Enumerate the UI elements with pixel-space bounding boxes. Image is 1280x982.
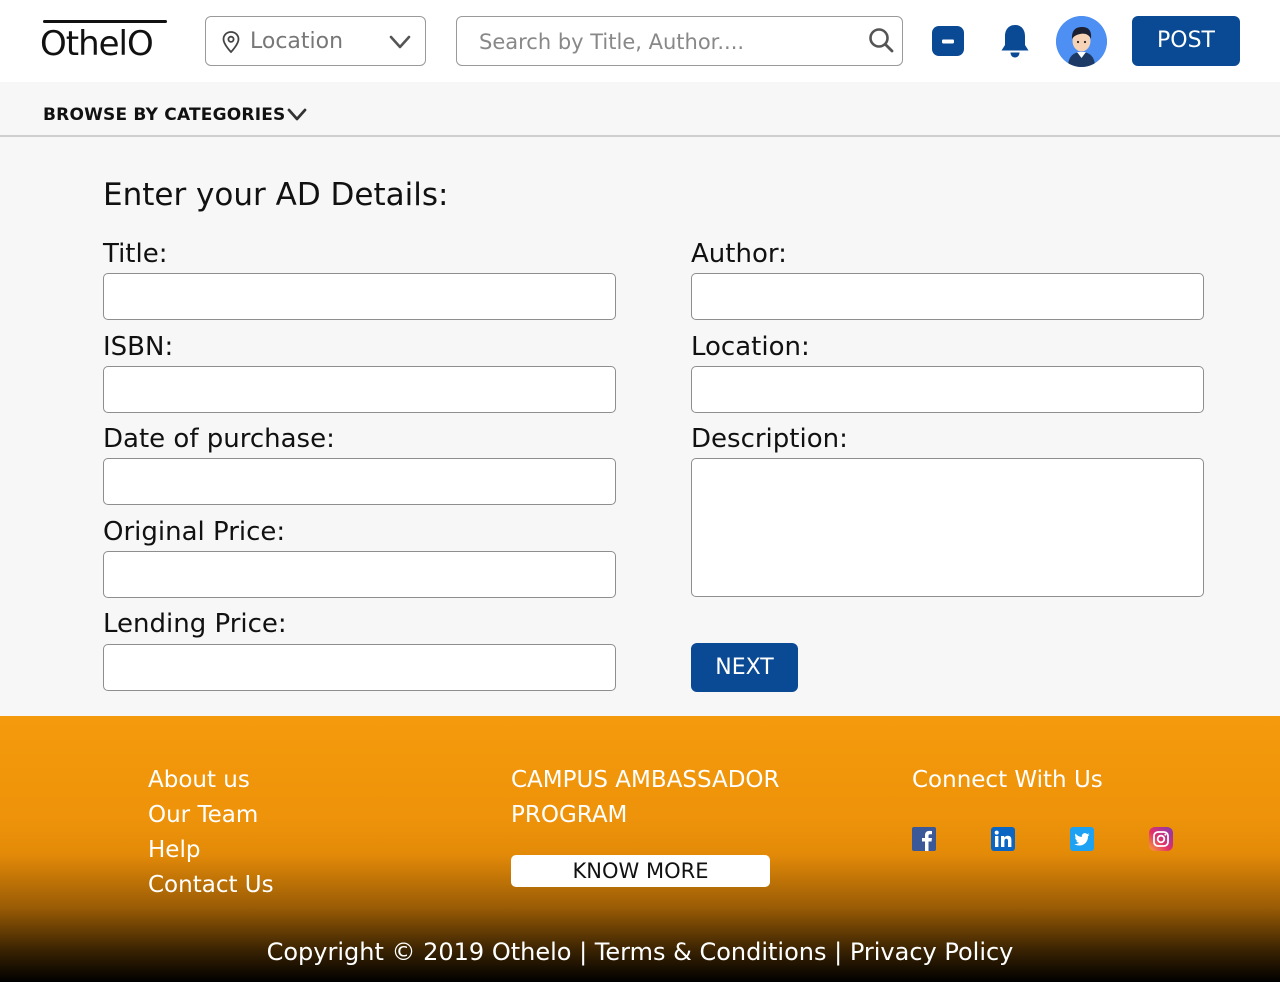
author-field[interactable] xyxy=(691,273,1204,320)
logo-text: OthelO xyxy=(40,24,154,64)
know-more-button[interactable]: KNOW MORE xyxy=(511,855,770,887)
chat-icon[interactable] xyxy=(930,24,966,58)
location-field[interactable] xyxy=(691,366,1204,413)
linkedin-icon[interactable] xyxy=(991,827,1015,851)
description-label: Description: xyxy=(691,424,848,454)
campus-ambassador-heading-line2: PROGRAM xyxy=(511,802,628,828)
next-button[interactable]: NEXT xyxy=(691,643,798,692)
search-icon[interactable] xyxy=(867,26,895,54)
date-of-purchase-label: Date of purchase: xyxy=(103,424,335,454)
original-price-field[interactable] xyxy=(103,551,616,598)
campus-ambassador-heading-line1: CAMPUS AMBASSADOR xyxy=(511,767,780,793)
description-field[interactable] xyxy=(691,458,1204,597)
search-placeholder: Search by Title, Author.... xyxy=(479,30,745,54)
isbn-label: ISBN: xyxy=(103,332,174,362)
footer-link-about-us[interactable]: About us xyxy=(148,765,250,795)
chevron-down-icon xyxy=(389,35,411,49)
user-avatar-icon xyxy=(1056,16,1107,67)
date-of-purchase-field[interactable] xyxy=(103,458,616,505)
footer-link-our-team[interactable]: Our Team xyxy=(148,800,258,830)
top-header: OthelO Location Search by Title, Author.… xyxy=(0,0,1280,82)
post-button[interactable]: POST xyxy=(1132,16,1240,66)
bell-icon[interactable] xyxy=(997,22,1033,60)
footer-link-contact-us[interactable]: Contact Us xyxy=(148,870,274,900)
author-label: Author: xyxy=(691,239,787,269)
page-footer: About us Our Team Help Contact Us CAMPUS… xyxy=(0,716,1280,982)
facebook-icon[interactable] xyxy=(912,827,936,851)
categories-bar: BROWSE BY CATEGORIES xyxy=(0,82,1280,137)
location-placeholder: Location xyxy=(250,29,344,54)
browse-categories-label[interactable]: BROWSE BY CATEGORIES xyxy=(43,104,285,126)
logo-overline xyxy=(43,20,167,23)
isbn-field[interactable] xyxy=(103,366,616,413)
chevron-down-icon[interactable] xyxy=(286,106,308,124)
location-label: Location: xyxy=(691,332,810,362)
form-heading: Enter your AD Details: xyxy=(103,177,449,213)
location-dropdown[interactable]: Location xyxy=(205,16,426,66)
twitter-icon[interactable] xyxy=(1070,827,1094,851)
instagram-icon[interactable] xyxy=(1149,827,1173,851)
lending-price-label: Lending Price: xyxy=(103,609,287,639)
othelo-logo[interactable]: OthelO xyxy=(40,18,170,64)
location-pin-icon xyxy=(222,31,240,54)
lending-price-field[interactable] xyxy=(103,644,616,691)
original-price-label: Original Price: xyxy=(103,517,286,547)
copyright-text: Copyright © 2019 Othelo | Terms & Condit… xyxy=(266,938,1014,966)
footer-link-help[interactable]: Help xyxy=(148,835,200,865)
user-avatar[interactable] xyxy=(1056,16,1107,67)
search-input[interactable]: Search by Title, Author.... xyxy=(456,16,903,66)
connect-with-us-heading: Connect With Us xyxy=(912,767,1103,793)
title-field[interactable] xyxy=(103,273,616,320)
title-label: Title: xyxy=(103,239,168,269)
